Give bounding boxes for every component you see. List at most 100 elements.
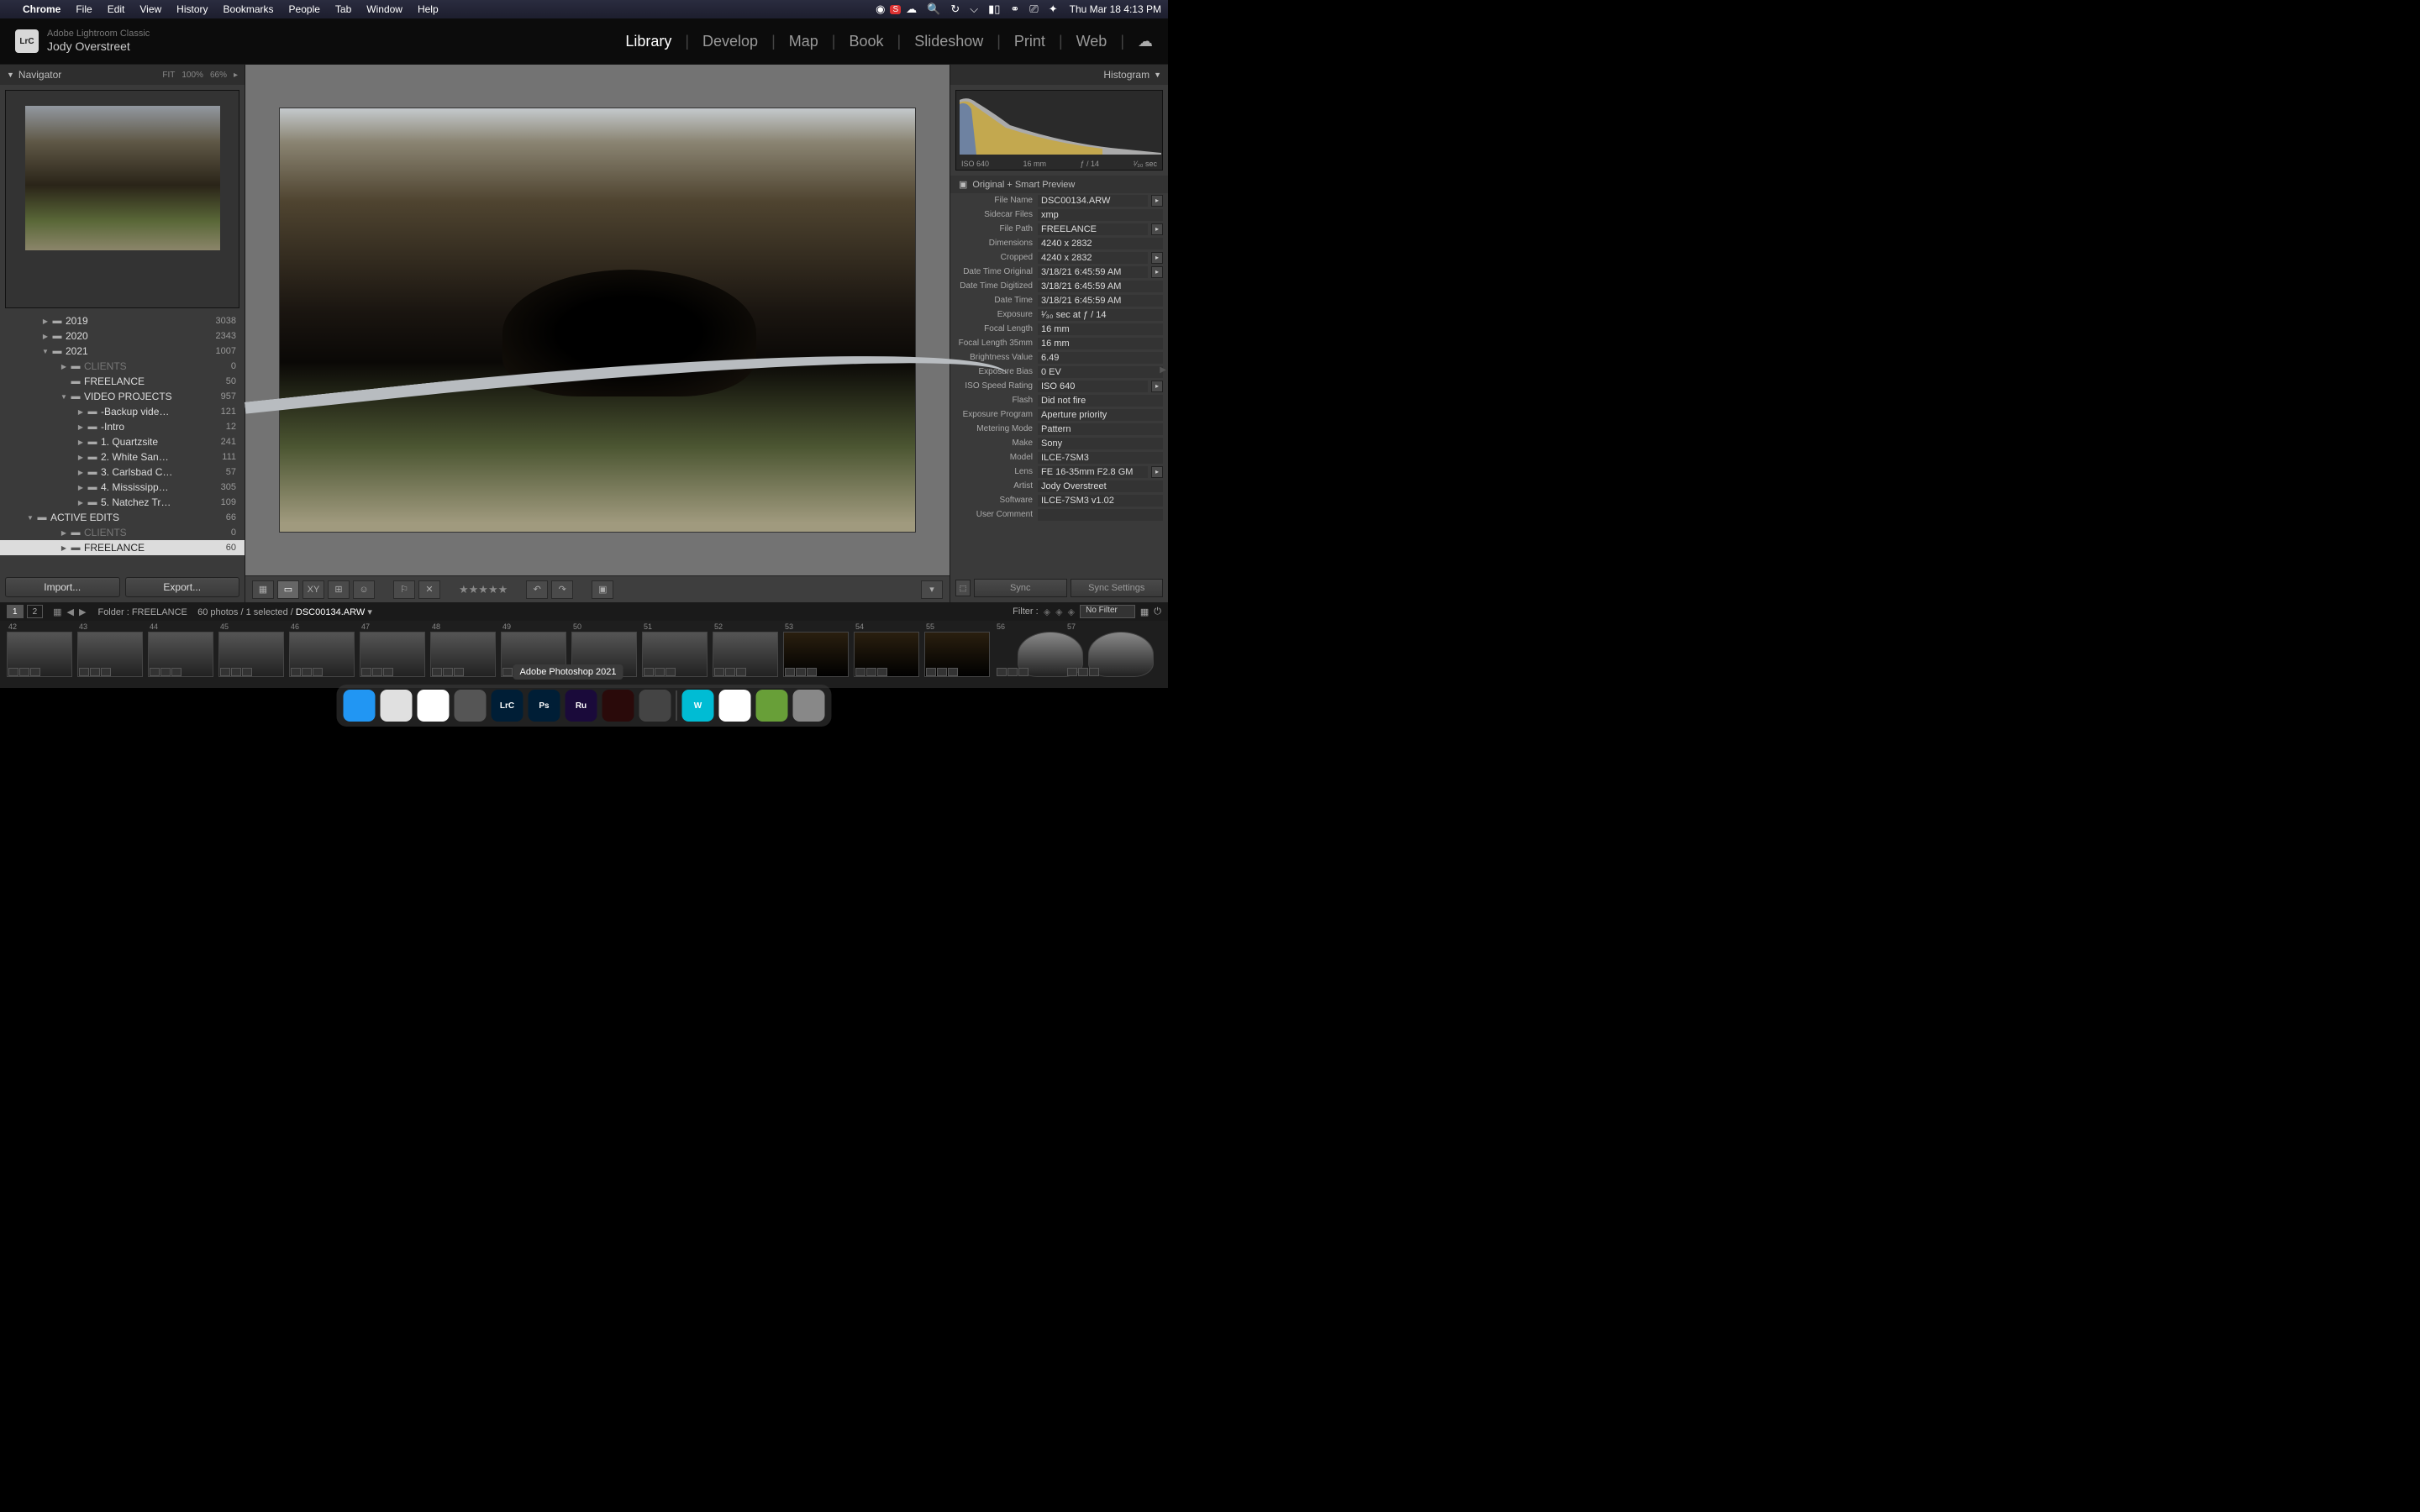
filmstrip-thumb[interactable]: 56 [995,623,1060,677]
meta-action-icon[interactable]: ▸ [1151,381,1163,392]
flag-reject-button[interactable]: ✕ [418,580,440,599]
meta-value[interactable]: 3/18/21 6:45:59 AM [1038,295,1163,307]
app-menu[interactable]: Chrome [15,3,68,15]
people-view-button[interactable]: ☺ [353,580,375,599]
meta-value[interactable]: FREELANCE [1038,223,1148,235]
menu-window[interactable]: Window [359,3,410,15]
export-button[interactable]: Export... [125,577,240,597]
meta-value[interactable]: DSC00134.ARW [1038,195,1148,207]
folder-row[interactable]: ▶ ▬ 2019 3038 [0,313,245,328]
meta-value[interactable]: ILCE-7SM3 [1038,452,1163,464]
dock-item-launchpad[interactable] [381,690,413,722]
filmstrip-thumb[interactable]: 53 [783,623,849,677]
navigator-header[interactable]: ▼ Navigator FIT 100% 66% ▸ [0,65,245,85]
meta-value[interactable]: Did not fire [1038,395,1163,407]
menu-extra-icon[interactable]: ✦ [1044,3,1063,16]
zoom-66[interactable]: 66% [210,71,227,80]
zoom-100[interactable]: 100% [182,71,203,80]
folder-row[interactable]: ▶ ▬ -Intro 12 [0,419,245,434]
cloud-icon[interactable]: ☁ [1124,33,1153,50]
module-map[interactable]: Map [776,33,832,50]
menu-history[interactable]: History [169,3,215,15]
folder-row[interactable]: ▼ ▬ ACTIVE EDITS 66 [0,510,245,525]
folder-row[interactable]: ▬ FREELANCE 50 [0,374,245,389]
meta-value[interactable]: ISO 640 [1038,381,1148,392]
filmstrip-thumb[interactable]: 47 [360,623,425,677]
meta-value[interactable]: ILCE-7SM3 v1.02 [1038,495,1163,507]
rating-stars[interactable]: ★★★★★ [459,583,508,596]
dock-item-finder[interactable] [344,690,376,722]
meta-action-icon[interactable]: ▸ [1151,466,1163,478]
sync-lock-icon[interactable]: ⬚ [955,580,971,596]
screen-tab-2[interactable]: 2 [27,605,44,618]
dock-item-preview[interactable] [455,690,487,722]
search-icon[interactable]: 🔍 [922,3,945,16]
impromptu-slideshow-button[interactable]: ▣ [592,580,613,599]
meta-action-icon[interactable]: ▸ [1151,223,1163,235]
folder-name[interactable]: FREELANCE [132,607,187,617]
filmstrip-thumb[interactable]: 45 [218,623,284,677]
right-panel-toggle-icon[interactable]: ▶ [1160,365,1166,375]
filmstrip-thumb[interactable]: 54 [854,623,919,677]
import-button[interactable]: Import... [5,577,120,597]
survey-view-button[interactable]: ⊞ [328,580,350,599]
meta-value[interactable]: 4240 x 2832 [1038,238,1163,249]
meta-value[interactable]: FE 16-35mm F2.8 GM [1038,466,1148,478]
module-print[interactable]: Print [1001,33,1059,50]
compare-view-button[interactable]: XY [302,580,324,599]
folder-row[interactable]: ▶ ▬ CLIENTS 0 [0,525,245,540]
histogram[interactable]: ISO 640 16 mm ƒ / 14 ¹⁄₃₀ sec [955,90,1163,171]
dock-item-cal[interactable] [719,690,751,722]
dock-item-cc[interactable] [602,690,634,722]
filmstrip-thumb[interactable]: 52 [713,623,778,677]
module-slideshow[interactable]: Slideshow [901,33,997,50]
filter-preset-select[interactable]: No Filter [1080,605,1135,618]
filmstrip-thumb[interactable]: 48 [430,623,496,677]
dock-item-trash[interactable] [793,690,825,722]
timemachine-icon[interactable]: ↻ [945,3,965,16]
folder-row[interactable]: ▶ ▬ 3. Carlsbad C… 57 [0,465,245,480]
meta-value[interactable]: 3/18/21 6:45:59 AM [1038,281,1163,292]
dock-item-ru[interactable]: Ru [566,690,597,722]
folder-row[interactable]: ▶ ▬ FREELANCE 60 [0,540,245,555]
meta-action-icon[interactable]: ▸ [1151,195,1163,207]
battery-icon[interactable]: ▮▯ [983,3,1005,16]
flag-pick-button[interactable]: ⚐ [393,580,415,599]
back-icon[interactable]: ◀ [67,606,74,617]
menu-bookmarks[interactable]: Bookmarks [216,3,281,15]
filmstrip-thumb[interactable]: 42 [7,623,72,677]
meta-value[interactable]: 0 EV [1038,366,1163,378]
control-icon[interactable]: ⎚ [1024,3,1043,16]
zoom-menu-icon[interactable]: ▸ [234,71,238,80]
bluetooth-icon[interactable]: ⌵ [965,3,983,16]
dock-item-lrc[interactable]: LrC [492,690,523,722]
menu-edit[interactable]: Edit [100,3,133,15]
meta-value[interactable]: xmp [1038,209,1163,221]
grid-view-button[interactable]: ▦ [252,580,274,599]
folder-row[interactable]: ▶ ▬ 4. Mississipp… 305 [0,480,245,495]
rotate-right-button[interactable]: ↷ [551,580,573,599]
path-dropdown-icon[interactable]: ▾ [367,607,372,617]
s-icon[interactable]: S [890,5,901,14]
sync-button[interactable]: Sync [974,579,1067,597]
loupe-view[interactable] [245,65,950,575]
dock-item-app[interactable] [756,690,788,722]
filmstrip-thumb[interactable]: 57 [1065,623,1131,677]
meta-value[interactable]: 16 mm [1038,338,1163,349]
filmstrip-thumb[interactable]: 44 [148,623,213,677]
dock-item-ps[interactable]: Ps [529,690,560,722]
forward-icon[interactable]: ▶ [79,606,86,617]
link-icon[interactable]: ⚭ [1005,3,1024,16]
filter-flag-icon[interactable]: ◈ [1055,606,1062,617]
menu-view[interactable]: View [132,3,169,15]
navigator-preview[interactable] [5,90,239,308]
dock-item-settings[interactable] [639,690,671,722]
cc-icon[interactable]: ◉ [871,3,890,16]
meta-value[interactable]: Pattern [1038,423,1163,435]
folder-row[interactable]: ▼ ▬ VIDEO PROJECTS 957 [0,389,245,404]
meta-value[interactable]: ¹⁄₃₀ sec at ƒ / 14 [1038,309,1163,321]
folder-row[interactable]: ▶ ▬ -Backup vide… 121 [0,404,245,419]
meta-value[interactable] [1038,509,1163,521]
folder-row[interactable]: ▶ ▬ 2. White San… 111 [0,449,245,465]
meta-value[interactable]: 3/18/21 6:45:59 AM [1038,266,1148,278]
